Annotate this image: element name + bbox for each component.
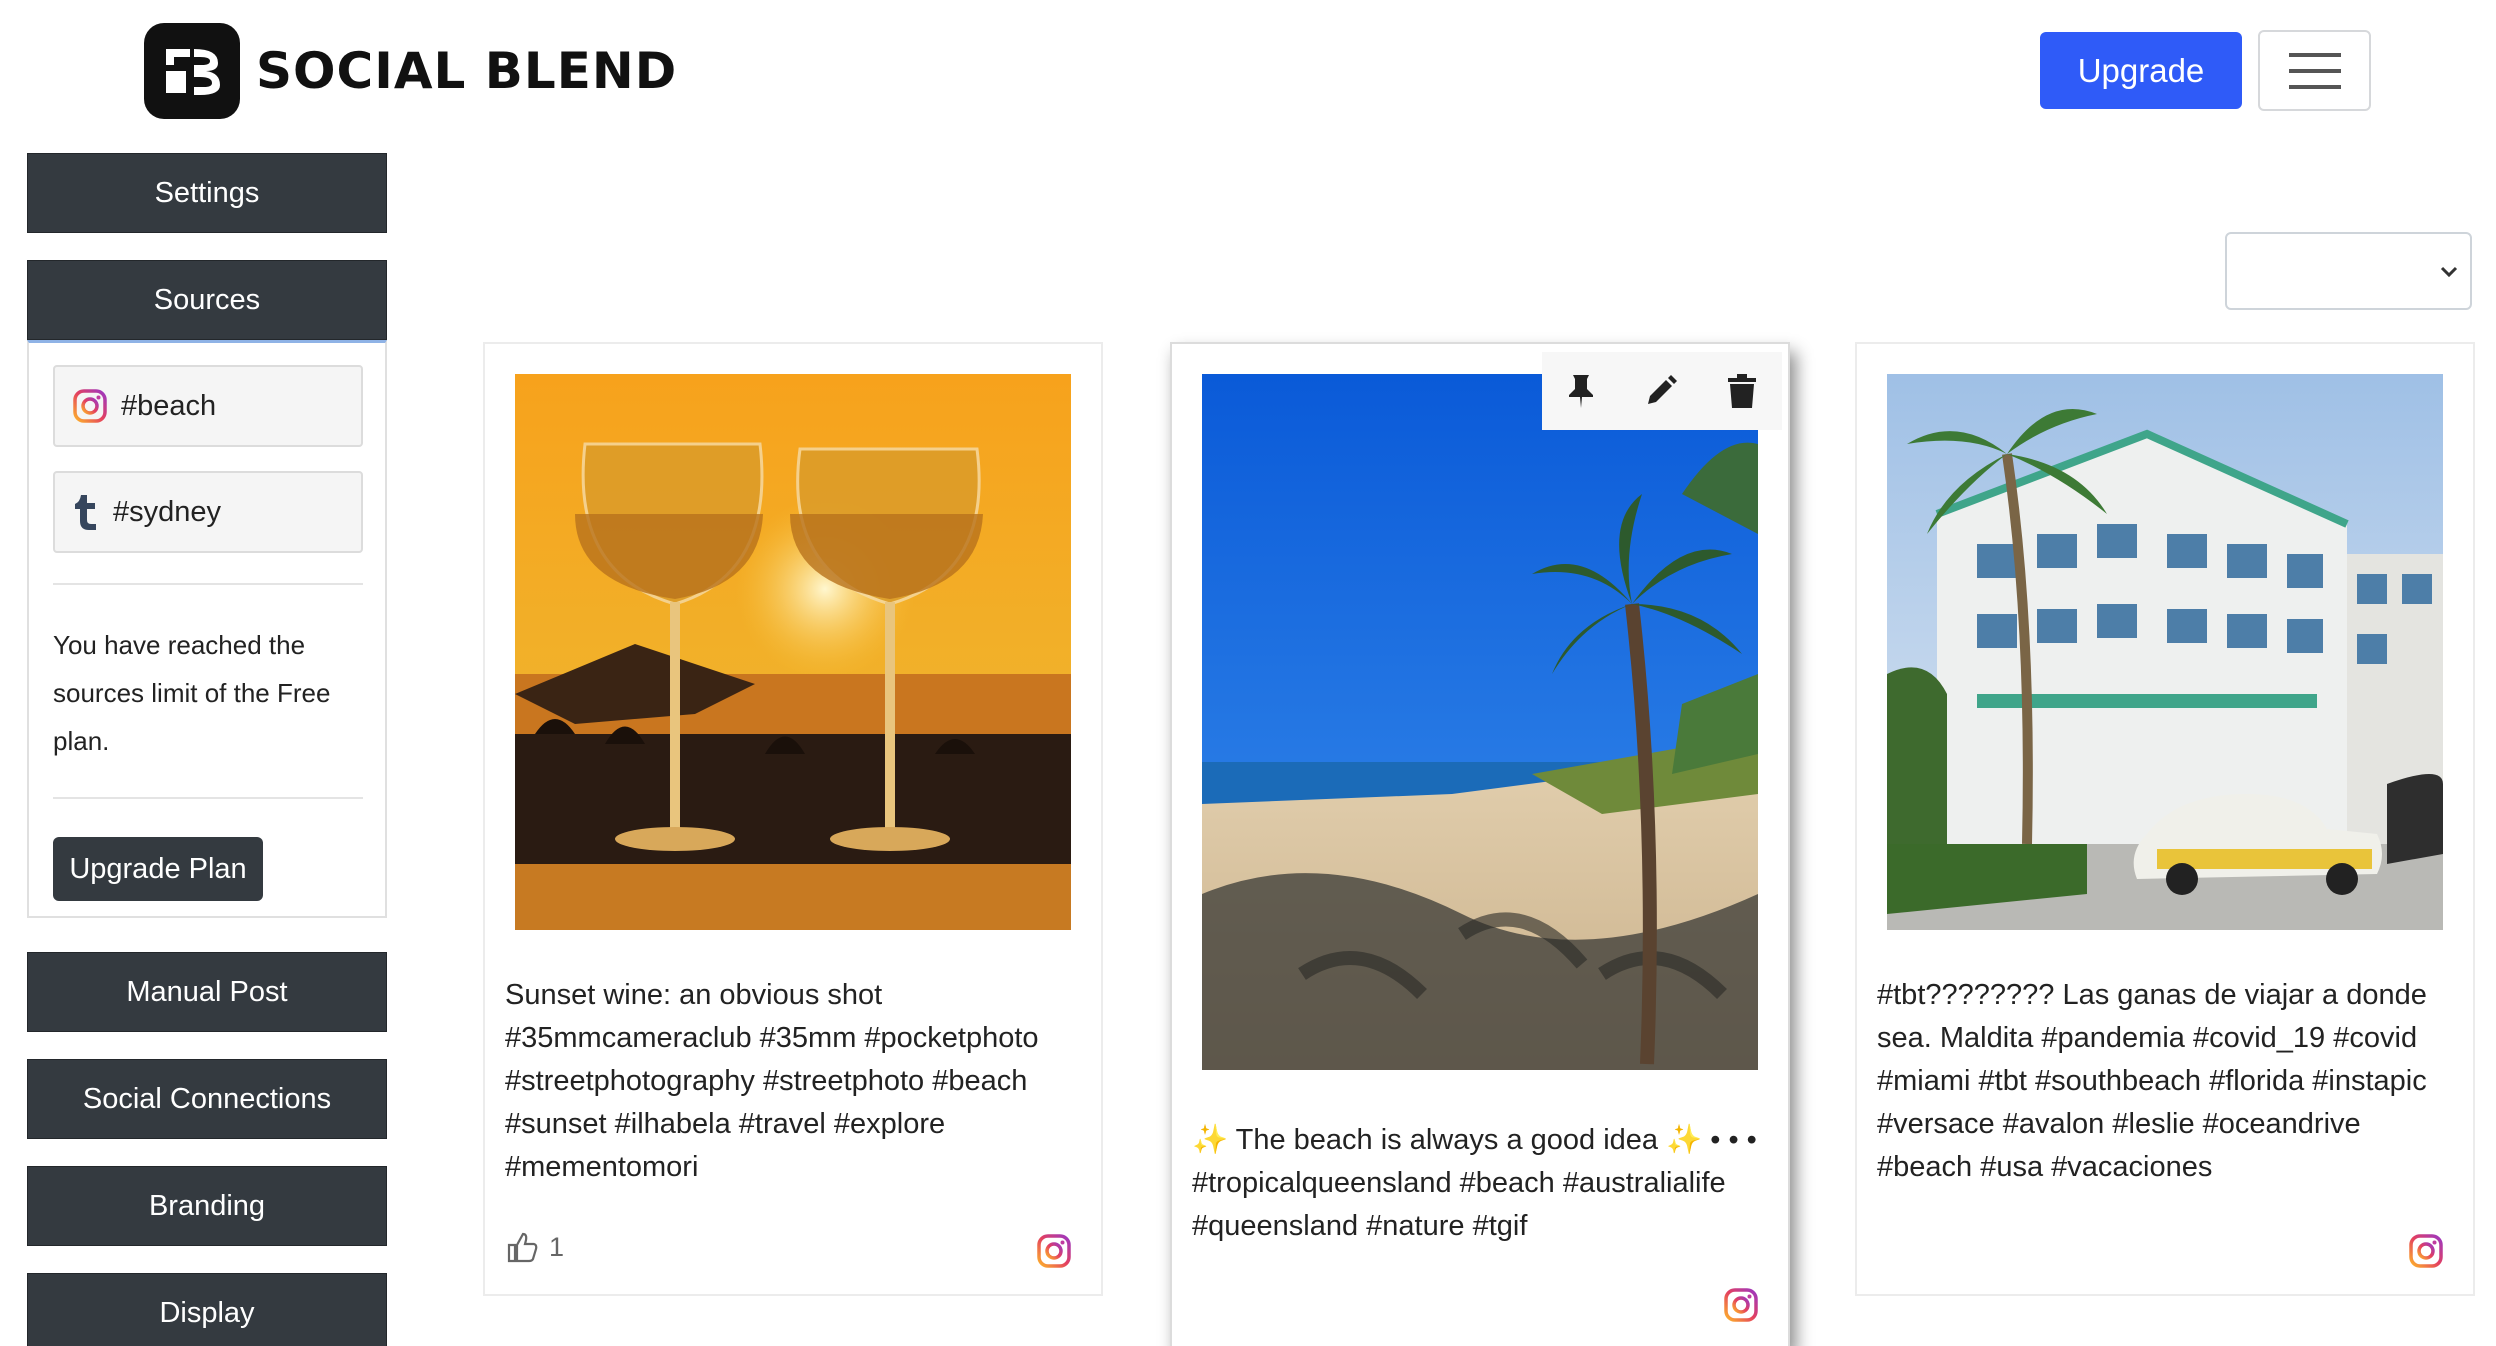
hamburger-icon [2288,52,2341,89]
source-item-sydney[interactable]: #sydney [53,471,363,553]
divider [53,797,363,799]
post-caption: #tbt???????? Las ganas de viajar a donde… [1877,979,2427,1183]
likes-counter[interactable]: 1 [505,1230,564,1264]
upgrade-button[interactable]: Upgrade [2040,32,2242,109]
thumbs-up-icon [507,1232,538,1263]
brand-name: SOCIAL BLEND [256,42,678,100]
manual-post-button[interactable]: Manual Post [27,952,387,1032]
source-label: #sydney [113,495,222,528]
post-card[interactable]: #tbt???????? Las ganas de viajar a donde… [1855,342,2475,1296]
post-caption: Sunset wine: an obvious shot #35mmcamera… [505,979,1039,1183]
pin-icon[interactable] [1567,373,1595,409]
post-image-beach-palm[interactable] [1202,374,1758,1070]
sources-limit-message: You have reached the sources limit of th… [53,630,331,756]
menu-button[interactable] [2258,30,2371,111]
instagram-icon[interactable] [2409,1234,2443,1268]
instagram-icon[interactable] [1724,1288,1758,1322]
post-card[interactable]: ✨ The beach is always a good idea ✨ • • … [1170,342,1790,1346]
upgrade-plan-button[interactable]: Upgrade Plan [53,837,263,901]
settings-button[interactable]: Settings [27,153,387,233]
delete-icon[interactable] [1727,374,1757,408]
branding-button[interactable]: Branding [27,1166,387,1246]
sources-panel: #beach #sydney You have reached the sour… [27,340,387,918]
filter-select[interactable] [2225,232,2472,310]
post-image-sunset-wine[interactable] [515,374,1071,930]
divider [53,583,363,585]
post-image-miami-hotel[interactable] [1887,374,2443,930]
sources-button[interactable]: Sources [27,260,387,340]
post-action-toolbar [1542,352,1782,430]
logo-mark-icon [144,23,240,119]
instagram-icon [73,389,107,423]
source-item-beach[interactable]: #beach [53,365,363,447]
chevron-down-icon [2440,266,2458,278]
display-button[interactable]: Display [27,1273,387,1346]
brand-logo[interactable]: SOCIAL BLEND [144,23,677,119]
tumblr-icon [73,493,99,531]
social-connections-button[interactable]: Social Connections [27,1059,387,1139]
source-label: #beach [121,389,217,422]
likes-count: 1 [549,1231,565,1262]
post-card[interactable]: Sunset wine: an obvious shot #35mmcamera… [483,342,1103,1296]
post-caption: ✨ The beach is always a good idea ✨ • • … [1192,1124,1757,1242]
edit-icon[interactable] [1644,374,1678,408]
instagram-icon[interactable] [1037,1234,1071,1268]
